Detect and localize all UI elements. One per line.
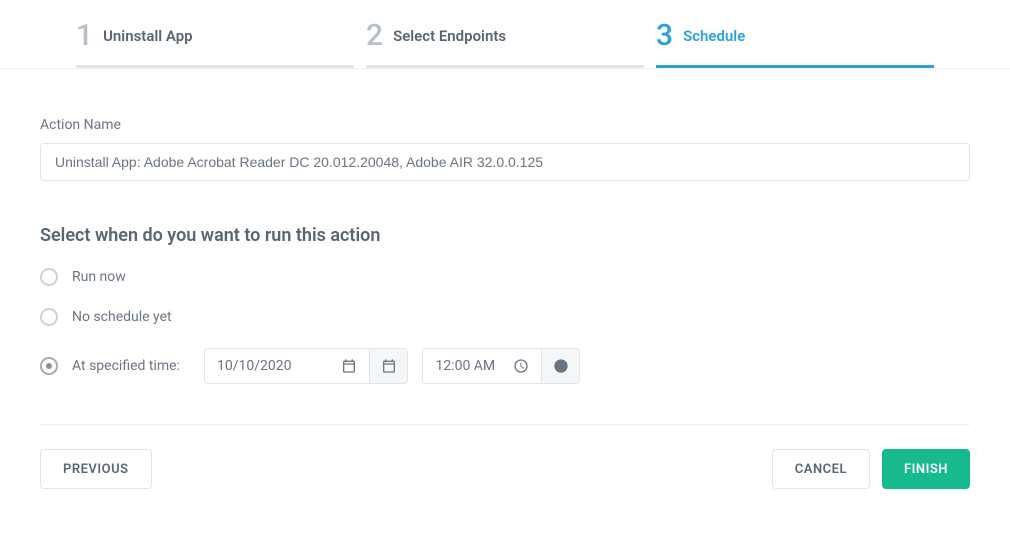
clock-icon: [513, 358, 529, 374]
time-input[interactable]: 12:00 AM: [423, 349, 541, 383]
time-value: 12:00 AM: [435, 358, 495, 374]
schedule-section-title: Select when do you want to run this acti…: [40, 225, 970, 246]
step-label: Select Endpoints: [393, 27, 506, 45]
action-name-input[interactable]: [40, 143, 970, 181]
radio-icon: [40, 308, 58, 326]
step-number: 3: [656, 18, 673, 53]
cancel-button[interactable]: CANCEL: [772, 449, 870, 489]
stepper: 1 Uninstall App 2 Select Endpoints 3 Sch…: [0, 0, 1010, 69]
previous-button[interactable]: PREVIOUS: [40, 449, 152, 489]
step-number: 1: [76, 18, 93, 53]
clock-icon: [553, 358, 569, 374]
step-number: 2: [366, 18, 383, 53]
action-name-label: Action Name: [40, 117, 970, 133]
step-uninstall-app[interactable]: 1 Uninstall App: [76, 18, 354, 68]
time-input-group: 12:00 AM: [422, 348, 580, 384]
step-schedule[interactable]: 3 Schedule: [656, 18, 934, 68]
radio-label: At specified time:: [72, 358, 180, 374]
radio-at-specified-time[interactable]: At specified time:: [40, 357, 180, 375]
radio-run-now[interactable]: Run now: [40, 268, 970, 286]
step-label: Uninstall App: [103, 27, 193, 45]
content: Action Name Select when do you want to r…: [0, 69, 1010, 425]
step-select-endpoints[interactable]: 2 Select Endpoints: [366, 18, 644, 68]
calendar-icon: [381, 358, 397, 374]
date-input-group: 10/10/2020: [204, 348, 409, 384]
radio-no-schedule[interactable]: No schedule yet: [40, 308, 970, 326]
date-value: 10/10/2020: [217, 358, 292, 374]
schedule-radio-group: Run now No schedule yet At specified tim…: [40, 268, 970, 384]
time-picker-button[interactable]: [541, 349, 579, 383]
footer: PREVIOUS CANCEL FINISH: [0, 425, 1010, 489]
radio-icon: [40, 357, 58, 375]
radio-label: Run now: [72, 269, 126, 285]
radio-icon: [40, 268, 58, 286]
radio-label: No schedule yet: [72, 309, 172, 325]
step-label: Schedule: [683, 27, 745, 45]
finish-button[interactable]: FINISH: [882, 449, 970, 489]
date-input[interactable]: 10/10/2020: [205, 349, 370, 383]
calendar-icon: [341, 358, 357, 374]
date-picker-button[interactable]: [369, 349, 407, 383]
